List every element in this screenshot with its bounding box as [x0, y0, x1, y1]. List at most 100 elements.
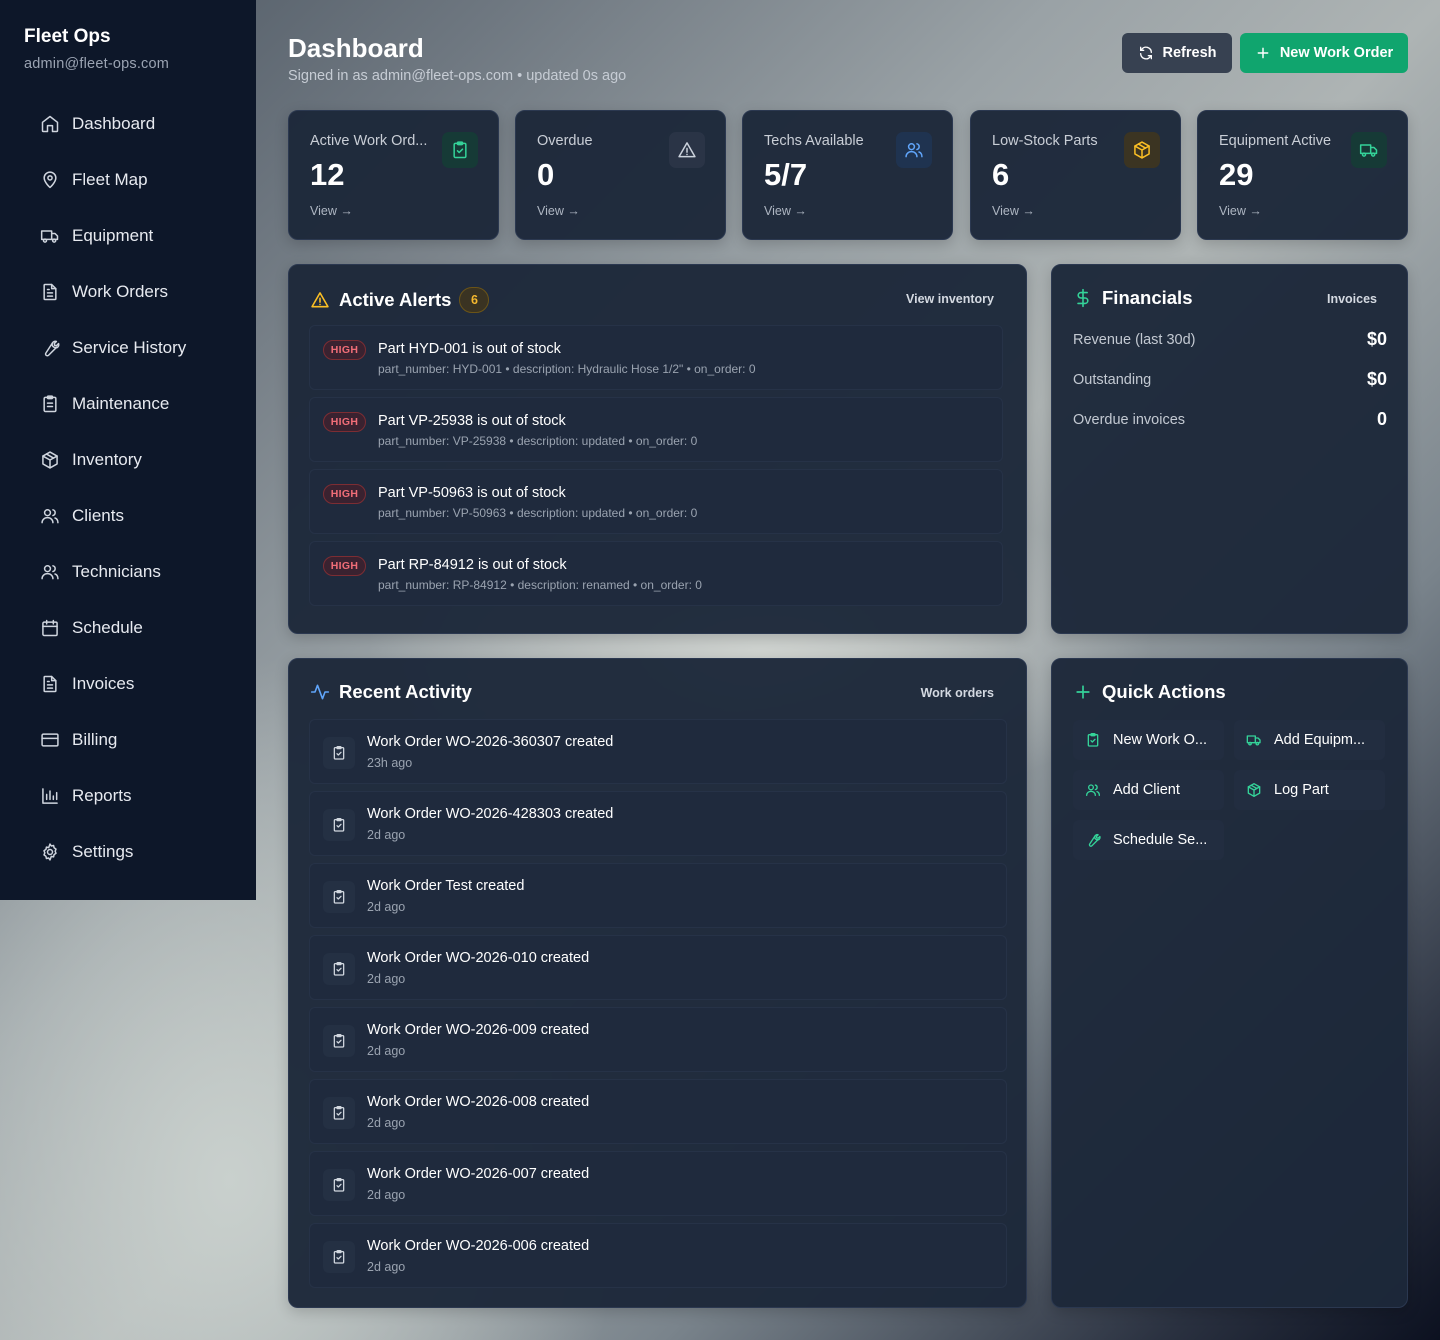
- activity-time: 23h ago: [367, 756, 413, 770]
- stat-view-link[interactable]: View →: [310, 204, 353, 218]
- quick-action-label: New Work O...: [1113, 732, 1207, 748]
- stat-value: 12: [310, 157, 345, 192]
- sidebar-item-billing[interactable]: Billing: [28, 712, 238, 768]
- alert-title: Part HYD-001 is out of stock: [378, 341, 561, 357]
- activity-item[interactable]: Work Order WO-2026-009 created 2d ago: [309, 1007, 1007, 1072]
- sidebar-item-inventory[interactable]: Inventory: [28, 432, 238, 488]
- activity-item[interactable]: Work Order WO-2026-007 created 2d ago: [309, 1151, 1007, 1216]
- stat-view-link[interactable]: View →: [537, 204, 580, 218]
- sidebar-item-label: Invoices: [72, 674, 135, 693]
- alert-item[interactable]: HIGH Part HYD-001 is out of stock part_n…: [309, 325, 1003, 390]
- sidebar-item-service-history[interactable]: Service History: [28, 320, 238, 376]
- activity-title: Recent Activity: [339, 681, 472, 702]
- stat-label: Active Work Ord...: [310, 133, 428, 149]
- truck-icon: [40, 226, 60, 246]
- view-inventory-link[interactable]: View inventory: [906, 292, 994, 306]
- sidebar-item-dashboard[interactable]: Dashboard: [28, 96, 238, 152]
- activity-icon: [310, 682, 330, 702]
- wrench-icon: [1085, 832, 1101, 848]
- refresh-icon: [1138, 45, 1154, 61]
- alert-item[interactable]: HIGH Part RP-84912 is out of stock part_…: [309, 541, 1003, 606]
- clipboard-check-icon: [323, 881, 355, 913]
- financial-value: $0: [1366, 329, 1387, 349]
- new-work-order-label: New Work Order: [1279, 45, 1394, 61]
- alert-meta: part_number: RP-84912 • description: ren…: [378, 578, 702, 592]
- plus-icon: [1255, 45, 1271, 61]
- stat-label: Equipment Active: [1219, 133, 1332, 149]
- activity-time: 2d ago: [367, 900, 406, 914]
- stat-view-link[interactable]: View →: [764, 204, 807, 218]
- sidebar-item-work-orders[interactable]: Work Orders: [28, 264, 238, 320]
- stat-card-overdue[interactable]: Overdue 0 View →: [515, 110, 726, 240]
- wrench-icon: [40, 338, 60, 358]
- alert-triangle-icon: [310, 290, 330, 310]
- file-text-icon: [40, 674, 60, 694]
- package-icon: [1246, 782, 1262, 798]
- quick-action-new-work-order[interactable]: New Work O...: [1073, 720, 1224, 760]
- activity-item[interactable]: Work Order WO-2026-008 created 2d ago: [309, 1079, 1007, 1144]
- sidebar-item-label: Dashboard: [72, 114, 156, 133]
- severity-badge: HIGH: [323, 556, 366, 576]
- new-work-order-button[interactable]: New Work Order: [1240, 33, 1408, 73]
- sidebar-item-clients[interactable]: Clients: [28, 488, 238, 544]
- activity-item[interactable]: Work Order WO-2026-360307 created 23h ag…: [309, 719, 1007, 784]
- recent-activity-panel: Recent Activity Work orders Work Order W…: [288, 658, 1027, 1308]
- activity-item[interactable]: Work Order Test created 2d ago: [309, 863, 1007, 928]
- alert-meta: part_number: VP-50963 • description: upd…: [378, 506, 698, 520]
- clipboard-list-icon: [40, 394, 60, 414]
- clipboard-check-icon: [442, 132, 478, 168]
- sidebar: Fleet Ops admin@fleet-ops.com Dashboard …: [0, 0, 256, 900]
- brand: Fleet Ops admin@fleet-ops.com: [24, 26, 169, 72]
- financial-label: Outstanding: [1073, 371, 1152, 388]
- activity-time: 2d ago: [367, 1044, 406, 1058]
- financials-title: Financials: [1102, 287, 1193, 308]
- sidebar-item-settings[interactable]: Settings: [28, 824, 238, 880]
- sidebar-item-label: Schedule: [72, 618, 143, 637]
- activity-item[interactable]: Work Order WO-2026-006 created 2d ago: [309, 1223, 1007, 1288]
- clipboard-check-icon: [1085, 732, 1101, 748]
- sidebar-item-label: Work Orders: [72, 282, 169, 301]
- quick-action-log-part[interactable]: Log Part: [1234, 770, 1385, 810]
- invoices-link[interactable]: Invoices: [1327, 292, 1377, 306]
- sidebar-item-schedule[interactable]: Schedule: [28, 600, 238, 656]
- stat-card-active-work-orders[interactable]: Active Work Ord... 12 View →: [288, 110, 499, 240]
- quick-actions-header: Quick Actions: [1073, 681, 1226, 703]
- file-text-icon: [40, 282, 60, 302]
- quick-action-add-equipment[interactable]: Add Equipm...: [1234, 720, 1385, 760]
- clipboard-check-icon: [323, 1241, 355, 1273]
- stat-value: 29: [1219, 157, 1254, 192]
- sidebar-item-maintenance[interactable]: Maintenance: [28, 376, 238, 432]
- sidebar-item-label: Billing: [72, 730, 118, 749]
- sidebar-item-reports[interactable]: Reports: [28, 768, 238, 824]
- sidebar-item-label: Fleet Map: [72, 170, 148, 189]
- alert-item[interactable]: HIGH Part VP-50963 is out of stock part_…: [309, 469, 1003, 534]
- stat-view-link[interactable]: View →: [992, 204, 1035, 218]
- stat-label: Overdue: [537, 133, 593, 149]
- activity-title: Work Order WO-2026-010 created: [367, 950, 590, 966]
- sidebar-item-invoices[interactable]: Invoices: [28, 656, 238, 712]
- clipboard-check-icon: [323, 1025, 355, 1057]
- activity-item[interactable]: Work Order WO-2026-010 created 2d ago: [309, 935, 1007, 1000]
- page-title: Dashboard: [288, 33, 424, 63]
- alert-triangle-icon: [669, 132, 705, 168]
- stat-card-low-stock-parts[interactable]: Low-Stock Parts 6 View →: [970, 110, 1181, 240]
- sidebar-item-fleet-map[interactable]: Fleet Map: [28, 152, 238, 208]
- work-orders-link[interactable]: Work orders: [921, 686, 994, 700]
- app-title: Fleet Ops: [24, 26, 111, 47]
- sidebar-item-equipment[interactable]: Equipment: [28, 208, 238, 264]
- credit-card-icon: [40, 730, 60, 750]
- sidebar-item-technicians[interactable]: Technicians: [28, 544, 238, 600]
- alert-title: Part VP-25938 is out of stock: [378, 413, 566, 429]
- stat-card-techs-available[interactable]: Techs Available 5/7 View →: [742, 110, 953, 240]
- quick-action-schedule-service[interactable]: Schedule Se...: [1073, 820, 1224, 860]
- package-icon: [1124, 132, 1160, 168]
- stat-card-equipment-active[interactable]: Equipment Active 29 View →: [1197, 110, 1408, 240]
- activity-item[interactable]: Work Order WO-2026-428303 created 2d ago: [309, 791, 1007, 856]
- quick-action-add-client[interactable]: Add Client: [1073, 770, 1224, 810]
- sidebar-item-label: Technicians: [72, 562, 161, 581]
- stat-view-link[interactable]: View →: [1219, 204, 1262, 218]
- refresh-button[interactable]: Refresh: [1122, 33, 1232, 73]
- sidebar-item-label: Settings: [72, 842, 134, 861]
- alert-item[interactable]: HIGH Part VP-25938 is out of stock part_…: [309, 397, 1003, 462]
- users-icon: [1085, 782, 1101, 798]
